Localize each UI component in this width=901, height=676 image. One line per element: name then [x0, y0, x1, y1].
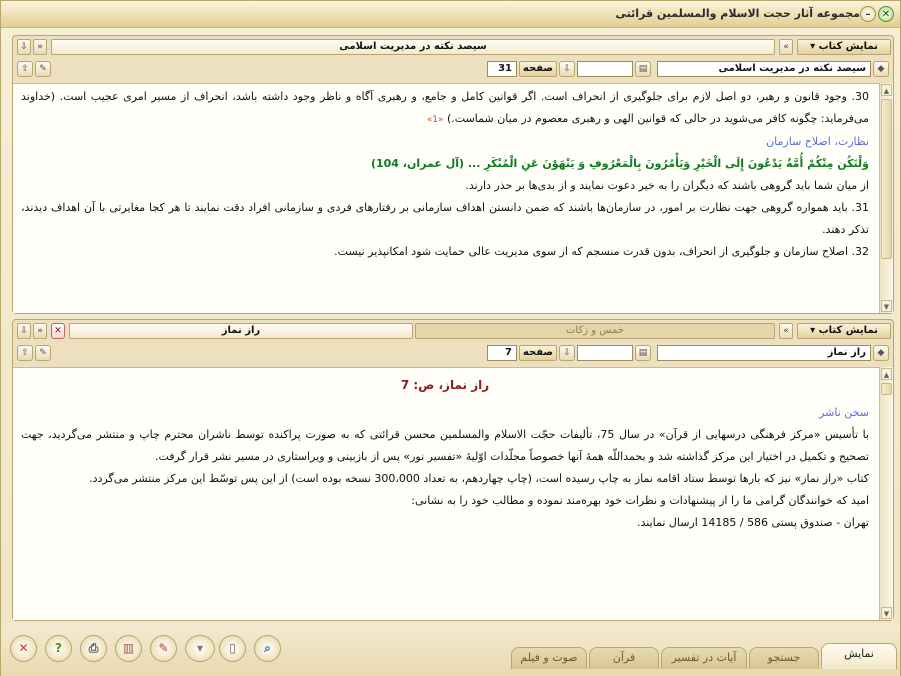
search-icon[interactable]: ⌕: [254, 635, 281, 662]
page-icon[interactable]: ▯: [219, 635, 246, 662]
down-arrow-icon[interactable]: ⇩: [17, 323, 31, 339]
note-icon[interactable]: ✎: [150, 635, 177, 662]
top-nav-row: ⇧ ✎ 31 صفحه ⇩ ▤ سيصد نكته در مديريت اسلا…: [17, 61, 889, 81]
close-window-icon[interactable]: ✕: [878, 6, 894, 22]
tab-verses-in-tafsir[interactable]: آيات در تفسير: [661, 647, 747, 669]
scroll-down-icon[interactable]: ▼: [881, 300, 892, 312]
page-title: راز نماز، ص: 7: [400, 378, 490, 392]
paragraph-30: 30. وجود قانون و رهبر، دو اصل لازم براى …: [21, 90, 869, 125]
nav-forward-icon[interactable]: »: [33, 323, 47, 339]
bottom-panel: ⇩ » ✕ راز نماز خمس و زكات « نمايش كتاب ▾…: [12, 319, 894, 621]
top-reader-content: 30. وجود قانون و رهبر، دو اصل لازم براى …: [13, 83, 879, 313]
top-book-tab[interactable]: سيصد نكته در مديريت اسلامى: [51, 39, 775, 55]
tab-khums-zakat[interactable]: خمس و زكات: [415, 323, 775, 339]
app-window: مجموعه آثار حجت الاسلام والمسلمين قرائتى…: [0, 0, 901, 676]
bookmark-icon[interactable]: ◆: [873, 345, 889, 361]
top-page-input[interactable]: 31: [487, 61, 517, 77]
paragraph-31: 31. بايد همواره گروهى جهت نظارت بر امور،…: [21, 201, 869, 236]
copy-dropdown-icon[interactable]: ▾: [185, 635, 215, 662]
scroll-thumb[interactable]: [881, 99, 892, 259]
bottom-reader-content: راز نماز، ص: 7 سخن ناشر با تأسيس «مركز ف…: [13, 367, 879, 620]
scroll-down-icon[interactable]: ▼: [881, 607, 892, 619]
bottom-tabs-row: ⇩ » ✕ راز نماز خمس و زكات « نمايش كتاب ▾: [17, 323, 891, 343]
show-book-button[interactable]: نمايش كتاب ▾: [797, 323, 891, 339]
minimize-window-icon[interactable]: –: [860, 6, 876, 22]
top-panel: ⇩ » سيصد نكته در مديريت اسلامى « نمايش ك…: [12, 35, 894, 314]
page-label: صفحه: [519, 345, 557, 361]
verse-translation: از ميان شما بايد گروهى باشند كه ديگران ر…: [465, 179, 869, 192]
quran-verse: وَلْتَكُن مِنْكُمْ أُمَّةٌ يَدْعُونَ إِل…: [370, 157, 869, 170]
publisher-paragraph-4: تهران - صندوق پستى 586 / 14185 ارسال نما…: [637, 516, 869, 529]
tab-quran[interactable]: قرآن: [589, 647, 659, 669]
show-book-button[interactable]: نمايش كتاب ▾: [797, 39, 891, 55]
print-icon[interactable]: ⎙: [80, 635, 107, 662]
books-icon[interactable]: ▥: [115, 635, 142, 662]
scroll-thumb[interactable]: [881, 383, 892, 395]
publisher-paragraph-2: كتاب «راز نماز» نيز كه بارها توسط ستاد ا…: [89, 472, 869, 485]
book-list-icon[interactable]: ▤: [635, 345, 651, 361]
publisher-paragraph-1: با تأسيس «مركز فرهنگى درسهايى از قرآن» د…: [21, 428, 869, 463]
tab-search[interactable]: جستجو: [749, 647, 819, 669]
up-page-icon[interactable]: ⇧: [17, 61, 33, 77]
tab-display[interactable]: نمايش: [821, 643, 897, 669]
bottom-page-input[interactable]: 7: [487, 345, 517, 361]
page-down-icon[interactable]: ⇩: [559, 345, 575, 361]
bottom-nav-row: ⇧ ✎ 7 صفحه ⇩ ▤ راز نماز ◆: [17, 345, 889, 365]
tools-icon[interactable]: ✎: [35, 345, 51, 361]
nav-back-icon[interactable]: «: [779, 39, 793, 55]
close-tab-icon[interactable]: ✕: [51, 323, 65, 339]
up-page-icon[interactable]: ⇧: [17, 345, 33, 361]
top-scrollbar[interactable]: ▲ ▼: [879, 83, 893, 313]
nav-back-icon[interactable]: «: [779, 323, 793, 339]
show-book-label: نمايش كتاب: [818, 41, 878, 52]
top-tabs-row: ⇩ » سيصد نكته در مديريت اسلامى « نمايش ك…: [17, 39, 891, 59]
tools-icon[interactable]: ✎: [35, 61, 51, 77]
top-book-dropdown[interactable]: سيصد نكته در مديريت اسلامى: [657, 61, 871, 77]
help-icon[interactable]: ?: [45, 635, 72, 662]
window-title: مجموعه آثار حجت الاسلام والمسلمين قرائتى: [615, 7, 860, 20]
page-down-icon[interactable]: ⇩: [559, 61, 575, 77]
bottom-book-dropdown[interactable]: راز نماز: [657, 345, 871, 361]
scroll-up-icon[interactable]: ▲: [881, 368, 892, 380]
exit-icon[interactable]: ✕: [10, 635, 37, 662]
bottom-scrollbar[interactable]: ▲ ▼: [879, 367, 893, 620]
publisher-heading: سخن ناشر: [819, 406, 869, 419]
bottom-search-field[interactable]: [577, 345, 633, 361]
book-list-icon[interactable]: ▤: [635, 61, 651, 77]
main-tabs: صوت و فيلم قرآن آيات در تفسير جستجو نماي…: [501, 643, 901, 669]
bookmark-icon[interactable]: ◆: [873, 61, 889, 77]
paragraph-32: 32. اصلاح سازمان و جلوگيرى از انحراف، بد…: [334, 245, 869, 258]
top-search-field[interactable]: [577, 61, 633, 77]
tab-audio-video[interactable]: صوت و فيلم: [511, 647, 587, 669]
tab-raz-namaz[interactable]: راز نماز: [69, 323, 413, 339]
title-bar: مجموعه آثار حجت الاسلام والمسلمين قرائتى…: [1, 1, 900, 28]
nav-forward-icon[interactable]: »: [33, 39, 47, 55]
show-book-label: نمايش كتاب: [818, 325, 878, 336]
scroll-up-icon[interactable]: ▲: [881, 84, 892, 96]
section-heading: نظارت، اصلاح سازمان: [766, 135, 869, 148]
publisher-paragraph-3: اميد كه خوانندگان گرامى ما را از پيشنهاد…: [411, 494, 869, 507]
down-arrow-icon[interactable]: ⇩: [17, 39, 31, 55]
page-label: صفحه: [519, 61, 557, 77]
footnote-ref[interactable]: «1»: [427, 115, 444, 125]
